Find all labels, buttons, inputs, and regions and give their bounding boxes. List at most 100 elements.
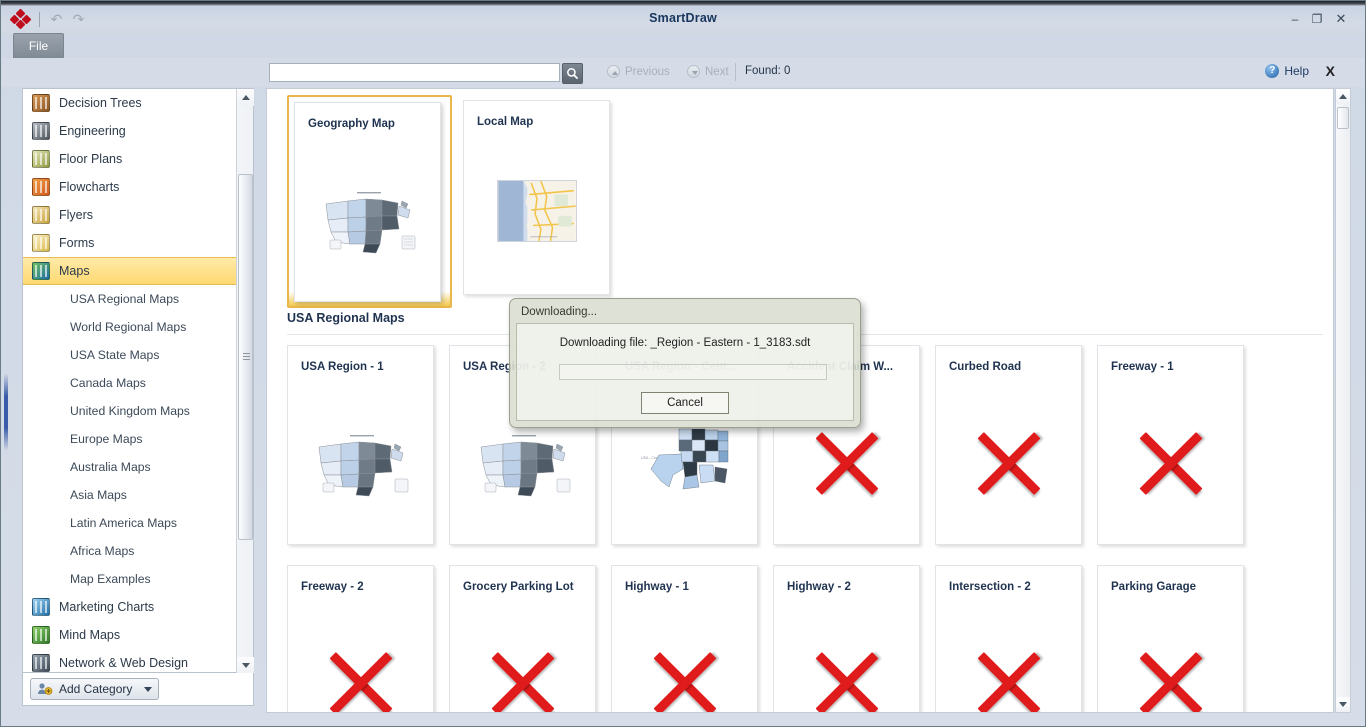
missing-thumbnail-icon: [647, 645, 723, 712]
sidebar-item-label: Marketing Charts: [59, 600, 155, 614]
category-sidebar: Decision Trees Engineering Floor Plans Flow…: [22, 88, 254, 674]
template-card[interactable]: Geography Map: [294, 102, 441, 302]
sidebar-item-label: Africa Maps: [70, 544, 135, 558]
sidebar-item-latin-america-maps[interactable]: Latin America Maps: [23, 509, 237, 537]
sidebar-item-mind-maps[interactable]: Mind Maps: [23, 621, 237, 649]
template-card[interactable]: Parking Garage: [1097, 565, 1244, 712]
add-category-label: Add Category: [59, 682, 133, 696]
previous-result-button[interactable]: Previous: [607, 65, 670, 78]
missing-thumbnail-icon: [323, 645, 399, 712]
floor-plans-icon: [32, 150, 50, 168]
sidebar-item-australia-maps[interactable]: Australia Maps: [23, 453, 237, 481]
add-category-button[interactable]: Add Category: [30, 678, 160, 700]
sidebar-item-europe-maps[interactable]: Europe Maps: [23, 425, 237, 453]
template-card[interactable]: Grocery Parking Lot: [449, 565, 596, 712]
add-category-bar: Add Category: [22, 673, 254, 706]
sidebar-item-africa-maps[interactable]: Africa Maps: [23, 537, 237, 565]
sidebar-item-engineering[interactable]: Engineering: [23, 117, 237, 145]
maximize-button[interactable]: ❐: [1309, 12, 1325, 26]
sidebar-item-label: Europe Maps: [70, 432, 143, 446]
flyers-icon: [32, 206, 50, 224]
content-scroll-up-arrow-icon[interactable]: [1336, 89, 1350, 104]
minimize-button[interactable]: –: [1287, 12, 1303, 26]
download-message: Downloading file: _Region - Eastern - 1_…: [559, 337, 811, 349]
template-card[interactable]: Intersection - 2: [935, 565, 1082, 712]
title-bar: ↶ ↷ SmartDraw – ❐ ✕: [1, 1, 1365, 37]
sidebar-item-network-web-design[interactable]: Network & Web Design: [23, 649, 237, 674]
template-card[interactable]: Curbed Road: [935, 345, 1082, 545]
sidebar-item-usa-state-maps[interactable]: USA State Maps: [23, 341, 237, 369]
sidebar-item-maps[interactable]: Maps: [23, 257, 237, 285]
content-scroll-down-arrow-icon[interactable]: [1336, 697, 1350, 712]
sidebar-scroll-up-arrow-icon[interactable]: [237, 89, 254, 106]
sidebar-item-label: Flyers: [59, 208, 94, 222]
sidebar-item-decision-trees[interactable]: Decision Trees: [23, 89, 237, 117]
missing-thumbnail-icon: [971, 425, 1047, 501]
close-panel-button[interactable]: X: [1326, 63, 1335, 79]
sidebar-scrollbar[interactable]: [236, 89, 254, 674]
previous-label: Previous: [625, 65, 670, 78]
template-card-title: Freeway - 1: [1111, 361, 1174, 373]
search-icon[interactable]: [562, 63, 583, 84]
sidebar-item-forms[interactable]: Forms: [23, 229, 237, 257]
decision-trees-icon: [32, 94, 50, 112]
sidebar-item-usa-regional-maps[interactable]: USA Regional Maps: [23, 285, 237, 313]
sidebar-item-floor-plans[interactable]: Floor Plans: [23, 145, 237, 173]
sidebar-item-label: Maps: [59, 264, 90, 278]
cancel-button[interactable]: Cancel: [641, 392, 729, 414]
help-button[interactable]: ? Help: [1265, 64, 1309, 78]
found-count-label: Found: 0: [745, 65, 791, 77]
missing-thumbnail-icon: [809, 425, 885, 501]
download-progress-bar: [559, 364, 827, 380]
sidebar-scroll-thumb[interactable]: [238, 174, 253, 540]
template-card-title: USA Region - 1: [301, 361, 384, 373]
sidebar-item-label: Mind Maps: [59, 628, 121, 642]
sidebar-item-flowcharts[interactable]: Flowcharts: [23, 173, 237, 201]
maps-icon: [32, 262, 50, 280]
template-card[interactable]: Highway - 1: [611, 565, 758, 712]
template-card-title: Geography Map: [308, 118, 395, 130]
sidebar-item-flyers[interactable]: Flyers: [23, 201, 237, 229]
sidebar-item-label: World Regional Maps: [70, 320, 187, 334]
template-card-title: Intersection - 2: [949, 581, 1031, 593]
sidebar-item-world-regional-maps[interactable]: World Regional Maps: [23, 313, 237, 341]
sidebar-item-asia-maps[interactable]: Asia Maps: [23, 481, 237, 509]
file-tab[interactable]: File: [13, 33, 64, 58]
missing-thumb: [936, 408, 1081, 518]
sidebar-item-label: Latin America Maps: [70, 516, 178, 530]
close-window-button[interactable]: ✕: [1333, 12, 1349, 26]
template-card[interactable]: Freeway - 1: [1097, 345, 1244, 545]
template-card[interactable]: Freeway - 2: [287, 565, 434, 712]
missing-thumbnail-icon: [809, 645, 885, 712]
toolbar-divider: [735, 63, 736, 81]
sidebar-scroll-down-arrow-icon[interactable]: [237, 657, 254, 674]
dialog-body: Downloading file: _Region - Eastern - 1_…: [516, 323, 854, 421]
template-card-title: Parking Garage: [1111, 581, 1197, 593]
sidebar-item-marketing-charts[interactable]: Marketing Charts: [23, 593, 237, 621]
category-list[interactable]: Decision Trees Engineering Floor Plans Flow…: [23, 89, 237, 674]
local-map-thumb: [464, 156, 609, 266]
search-toolbar: Previous Next Found: 0 ? Help X: [2, 58, 1364, 87]
sidebar-item-united-kingdom-maps[interactable]: United Kingdom Maps: [23, 397, 237, 425]
content-scrollbar[interactable]: [1335, 88, 1351, 713]
sidebar-item-canada-maps[interactable]: Canada Maps: [23, 369, 237, 397]
sidebar-item-label: Australia Maps: [70, 460, 151, 474]
next-result-button[interactable]: Next: [687, 65, 729, 78]
missing-thumb: [936, 628, 1081, 712]
content-scroll-thumb[interactable]: [1337, 107, 1349, 129]
sidebar-item-label: Decision Trees: [59, 96, 142, 110]
sidebar-item-label: Forms: [59, 236, 95, 250]
search-input[interactable]: [269, 63, 560, 82]
sidebar-item-label: Engineering: [59, 124, 126, 138]
chevron-down-icon[interactable]: [144, 686, 153, 692]
template-card[interactable]: USA Region - 1: [287, 345, 434, 545]
sidebar-item-label: Canada Maps: [70, 376, 146, 390]
sidebar-item-map-examples[interactable]: Map Examples: [23, 565, 237, 593]
template-card-title: Local Map: [477, 116, 534, 128]
dialog-title: Downloading...: [521, 306, 598, 318]
template-card[interactable]: Highway - 2: [773, 565, 920, 712]
template-card[interactable]: Local Map: [463, 100, 610, 295]
missing-thumb: [1098, 408, 1243, 518]
scroll-grip-icon: [243, 353, 250, 361]
sidebar-item-label: USA Regional Maps: [70, 292, 180, 306]
